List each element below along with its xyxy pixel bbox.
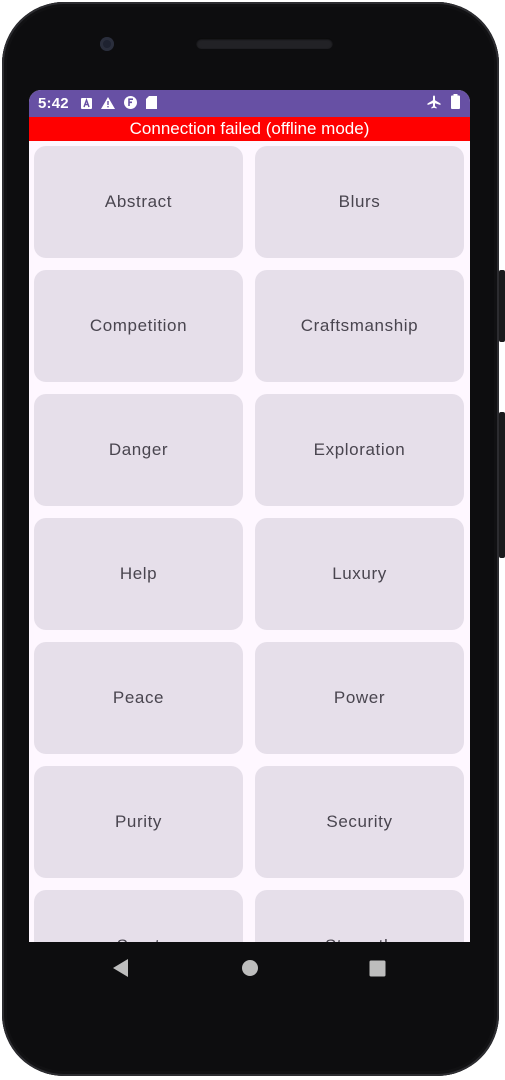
sd-card-icon (145, 94, 157, 113)
category-tile-power[interactable]: Power (255, 642, 464, 754)
back-button[interactable] (93, 942, 149, 998)
category-tile-competition[interactable]: Competition (34, 270, 243, 382)
airplane-mode-icon (427, 94, 441, 113)
warning-icon (100, 94, 115, 113)
power-button (499, 270, 505, 342)
home-button[interactable] (222, 942, 278, 998)
status-time: 5:42 (38, 95, 69, 112)
category-tile-blurs[interactable]: Blurs (255, 146, 464, 258)
category-tile-sport[interactable]: Sport (34, 890, 243, 942)
category-tile-danger[interactable]: Danger (34, 394, 243, 506)
category-tile-strength[interactable]: Strength (255, 890, 464, 942)
category-tile-peace[interactable]: Peace (34, 642, 243, 754)
back-icon (112, 958, 130, 982)
battery-icon (451, 94, 460, 113)
category-tile-luxury[interactable]: Luxury (255, 518, 464, 630)
offline-banner: Connection failed (offline mode) (29, 117, 470, 141)
recents-button[interactable] (349, 942, 405, 998)
category-tile-exploration[interactable]: Exploration (255, 394, 464, 506)
navigation-bar (29, 942, 470, 998)
front-camera (100, 37, 114, 51)
status-bar: 5:42 (29, 90, 470, 117)
earpiece-speaker (196, 38, 333, 49)
category-tile-purity[interactable]: Purity (34, 766, 243, 878)
home-icon (241, 959, 259, 981)
system-icons (427, 90, 460, 117)
volume-rocker (499, 412, 505, 558)
notification-icons (80, 94, 157, 113)
category-tile-security[interactable]: Security (255, 766, 464, 878)
app-screen: 5:42 Connection failed (offline mode) Ab… (29, 90, 470, 942)
keyboard-a-icon (80, 94, 92, 113)
f-badge-icon (123, 94, 137, 113)
category-tile-craftsmanship[interactable]: Craftsmanship (255, 270, 464, 382)
phone-device: 5:42 Connection failed (offline mode) Ab… (0, 0, 505, 1080)
recents-icon (369, 960, 386, 981)
category-tile-abstract[interactable]: Abstract (34, 146, 243, 258)
category-grid: Abstract Blurs Competition Craftsmanship… (34, 146, 465, 942)
category-tile-help[interactable]: Help (34, 518, 243, 630)
